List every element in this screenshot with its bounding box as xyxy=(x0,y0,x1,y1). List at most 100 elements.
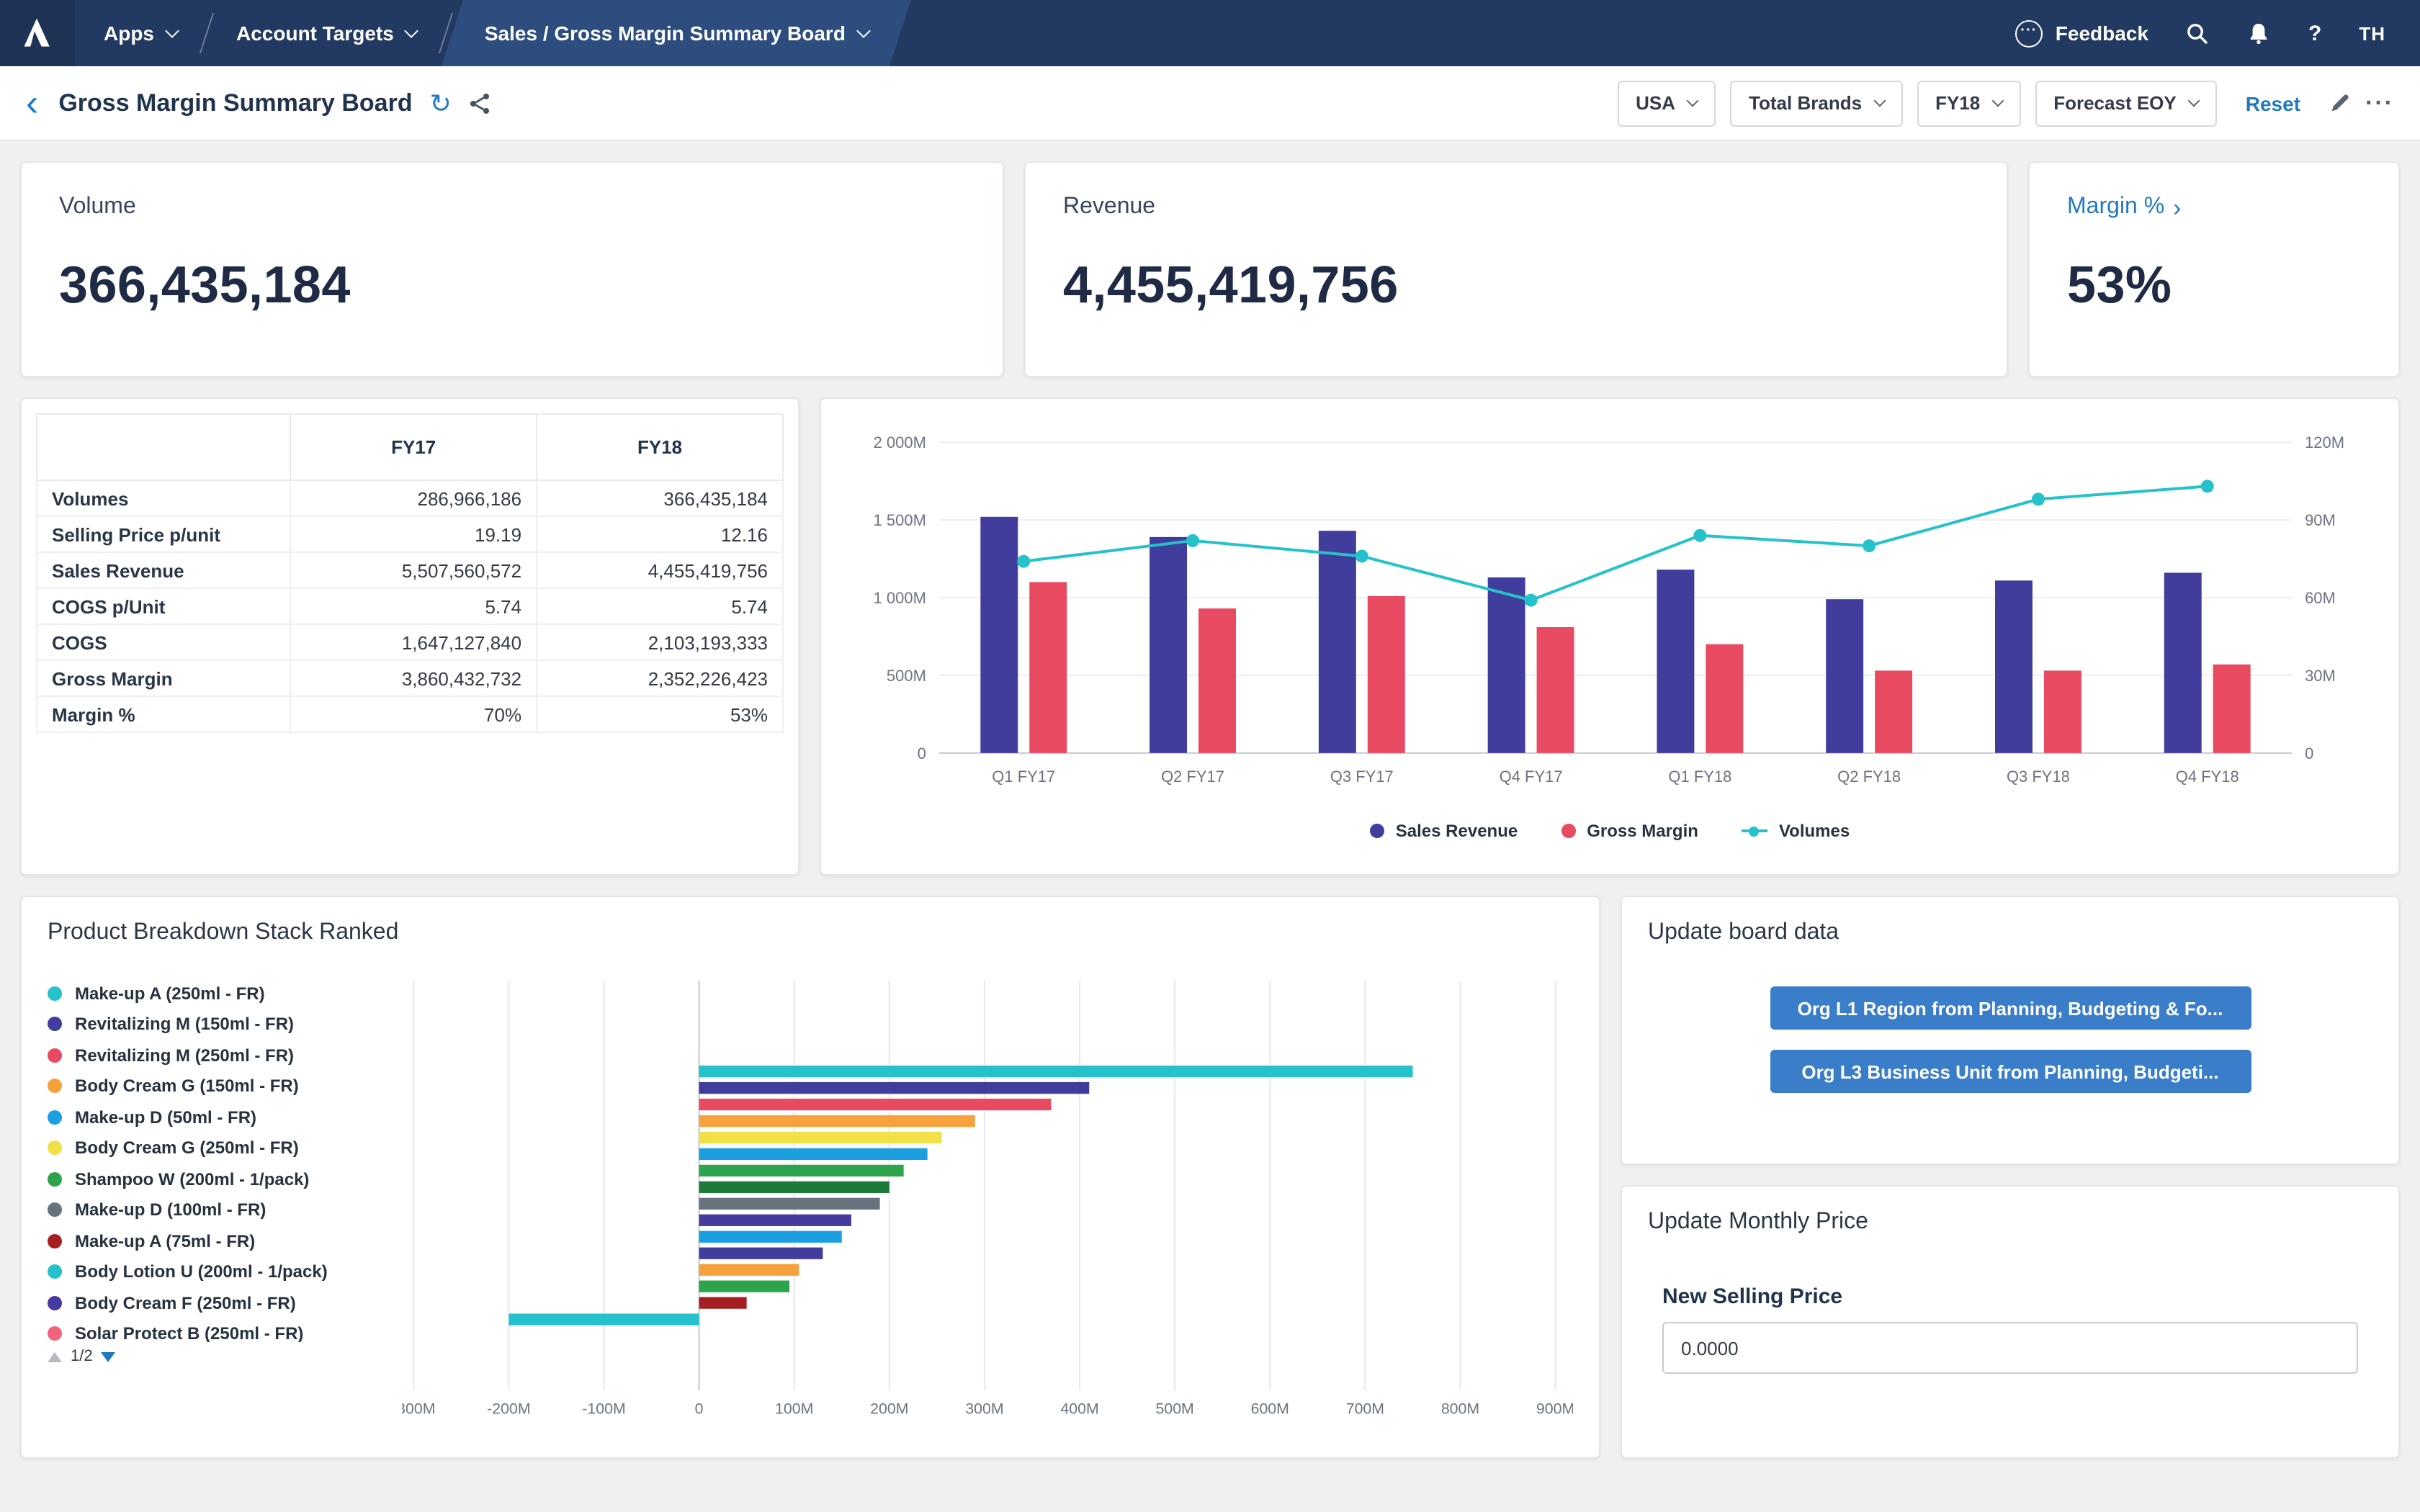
app-viewport: Apps Account Targets Sales / Gross Margi… xyxy=(0,0,2420,1512)
update-price-title: Update Monthly Price xyxy=(1648,1210,1868,1234)
account-targets-label: Account Targets xyxy=(236,22,394,45)
filter-year[interactable]: FY18 xyxy=(1917,80,2021,126)
legend-dot xyxy=(48,1295,62,1310)
share-icon[interactable] xyxy=(469,91,492,114)
new-selling-price-input[interactable] xyxy=(1662,1322,2358,1374)
more-options-icon[interactable]: ··· xyxy=(2365,89,2394,117)
new-selling-price-label: New Selling Price xyxy=(1662,1284,1843,1309)
notifications-bell-icon[interactable] xyxy=(2248,21,2271,45)
x-axis-tick: 400M xyxy=(1060,1400,1098,1418)
filter-brands[interactable]: Total Brands xyxy=(1730,80,1903,126)
filter-geo[interactable]: USA xyxy=(1617,80,1716,126)
product-bar xyxy=(699,1098,1052,1111)
fy18-cell[interactable]: 2,103,193,333 xyxy=(536,624,784,661)
fy18-cell[interactable]: 4,455,419,756 xyxy=(536,552,784,589)
fy17-cell[interactable]: 1,647,127,840 xyxy=(290,624,538,661)
anaplan-logo[interactable] xyxy=(0,0,75,66)
chevron-down-icon xyxy=(1991,94,2004,107)
x-axis-tick: 700M xyxy=(1346,1400,1384,1418)
product-breakdown-chart[interactable]: -300M -200M -100M 0 100M 200M 300M 400M 500M 600M… xyxy=(392,978,1574,1433)
bar-sales-revenue xyxy=(2164,572,2202,753)
legend-item-volumes[interactable]: Volumes xyxy=(1741,821,1850,841)
top-navbar: Apps Account Targets Sales / Gross Margi… xyxy=(0,0,2420,66)
product-legend-item[interactable]: Body Cream G (150ml - FR) xyxy=(48,1071,402,1102)
legend-pager: 1/2 xyxy=(48,1348,402,1365)
fy17-cell[interactable]: 19.19 xyxy=(290,516,538,553)
product-legend-item[interactable]: Revitalizing M (150ml - FR) xyxy=(48,1009,402,1040)
product-legend-item[interactable]: Make-up D (100ml - FR) xyxy=(48,1194,402,1225)
product-bar xyxy=(699,1115,975,1128)
fy18-cell[interactable]: 5.74 xyxy=(536,588,784,625)
legend-item-sales-revenue[interactable]: Sales Revenue xyxy=(1369,821,1518,841)
legend-label: Make-up D (100ml - FR) xyxy=(75,1200,266,1220)
apps-menu[interactable]: Apps xyxy=(75,0,206,66)
product-bar xyxy=(699,1214,851,1226)
product-bar xyxy=(699,1164,904,1177)
revenue-margin-volumes-chart[interactable]: 0 0 500M 30M 1 000M 60M 1 500M 90M 2 000M 120M Q1 … xyxy=(847,419,2372,808)
fy17-cell[interactable]: 5.74 xyxy=(290,588,538,625)
product-breakdown-card: Product Breakdown Stack Ranked Make-up A… xyxy=(20,896,1600,1459)
product-legend-item[interactable]: Make-up A (250ml - FR) xyxy=(48,978,402,1009)
product-legend-item[interactable]: Solar Protect B (250ml - FR) xyxy=(48,1318,402,1342)
edit-pencil-icon[interactable] xyxy=(2329,92,2351,114)
bar-sales-revenue xyxy=(980,516,1018,753)
fy18-cell[interactable]: 2,352,226,423 xyxy=(536,660,784,697)
chevron-down-icon xyxy=(2187,94,2200,107)
pager-up-icon[interactable] xyxy=(48,1351,62,1362)
filter-geo-label: USA xyxy=(1636,92,1676,114)
table-row: Sales Revenue 5,507,560,572 4,455,419,75… xyxy=(35,552,784,589)
bar-sales-revenue xyxy=(1318,531,1356,753)
kpi-margin-link[interactable]: Margin % › xyxy=(2067,194,2182,220)
feedback-button[interactable]: ··· Feedback xyxy=(2015,19,2148,47)
navbar-right: ··· Feedback ? TH xyxy=(2015,0,2420,66)
anaplan-logo-mark xyxy=(24,18,50,47)
x-axis-tick: -100M xyxy=(582,1400,625,1418)
current-board-tab[interactable]: Sales / Gross Margin Summary Board xyxy=(447,0,906,66)
fy17-cell[interactable]: 3,860,432,732 xyxy=(290,660,538,697)
account-targets-menu[interactable]: Account Targets xyxy=(207,0,446,66)
table-header-row: FY17 FY18 xyxy=(35,413,784,481)
fy18-cell[interactable]: 12.16 xyxy=(536,516,784,553)
summary-table-card: FY17 FY18 Volumes 286,966,186 366,435,18… xyxy=(20,397,799,876)
product-bar xyxy=(699,1247,823,1259)
product-legend-item[interactable]: Make-up A (75ml - FR) xyxy=(48,1225,402,1256)
legend-dot xyxy=(48,1171,62,1187)
kpi-margin-label: Margin % xyxy=(2067,194,2165,219)
pager-down-icon[interactable] xyxy=(101,1351,116,1362)
reset-button[interactable]: Reset xyxy=(2246,91,2300,114)
left-axis-tick: 1 500M xyxy=(874,511,926,529)
product-bar xyxy=(699,1181,889,1193)
fy17-cell[interactable]: 70% xyxy=(290,696,538,733)
fy18-cell[interactable]: 53% xyxy=(536,696,784,733)
refresh-icon[interactable]: ↻ xyxy=(430,90,452,116)
combo-chart-card: 0 0 500M 30M 1 000M 60M 1 500M 90M 2 000M 120M Q1 … xyxy=(820,397,2400,876)
filter-version[interactable]: Forecast EOY xyxy=(2035,80,2217,126)
product-legend: Make-up A (250ml - FR) Revitalizing M (15… xyxy=(48,978,402,1342)
product-legend-item[interactable]: Revitalizing M (250ml - FR) xyxy=(48,1040,402,1071)
legend-item-gross-margin[interactable]: Gross Margin xyxy=(1561,821,1698,841)
product-bar xyxy=(699,1230,842,1243)
back-button[interactable]: ‹ xyxy=(26,84,38,120)
x-axis-label: Q3 FY17 xyxy=(1330,768,1394,786)
fy17-cell[interactable]: 5,507,560,572 xyxy=(290,552,538,589)
x-axis-label: Q2 FY17 xyxy=(1161,768,1224,786)
fy18-cell[interactable]: 366,435,184 xyxy=(536,480,784,517)
search-icon[interactable] xyxy=(2186,21,2210,45)
feedback-label: Feedback xyxy=(2055,22,2148,45)
x-axis-label: Q2 FY18 xyxy=(1837,768,1901,786)
row-label: Selling Price p/unit xyxy=(35,516,292,553)
product-legend-item[interactable]: Shampoo W (200ml - 1/pack) xyxy=(48,1164,402,1194)
product-legend-item[interactable]: Body Cream G (250ml - FR) xyxy=(48,1133,402,1164)
product-legend-item[interactable]: Body Cream F (250ml - FR) xyxy=(48,1287,402,1318)
product-legend-item[interactable]: Make-up D (50ml - FR) xyxy=(48,1102,402,1133)
fy17-cell[interactable]: 286,966,186 xyxy=(290,480,538,517)
update-board-actions: Org L1 Region from Planning, Budgeting &… xyxy=(1648,986,2372,1093)
product-legend-item[interactable]: Body Lotion U (200ml - 1/pack) xyxy=(48,1256,402,1287)
x-axis-label: Q4 FY18 xyxy=(2176,768,2239,786)
user-avatar[interactable]: TH xyxy=(2359,22,2385,44)
org-l1-region-button[interactable]: Org L1 Region from Planning, Budgeting &… xyxy=(1770,986,2251,1030)
table-row: COGS 1,647,127,840 2,103,193,333 xyxy=(35,624,784,661)
org-l3-business-unit-button[interactable]: Org L3 Business Unit from Planning, Budg… xyxy=(1770,1050,2251,1093)
product-breakdown-body: Make-up A (250ml - FR) Revitalizing M (15… xyxy=(48,978,1574,1440)
help-icon[interactable]: ? xyxy=(2308,21,2321,45)
